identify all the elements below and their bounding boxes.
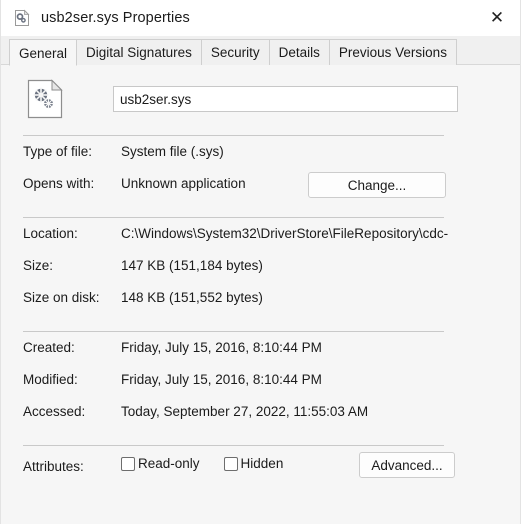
system-file-gears-icon — [27, 79, 63, 119]
attributes-label: Attributes: — [23, 458, 84, 474]
file-name-row — [23, 65, 458, 119]
opens-with-label: Opens with: — [23, 176, 95, 191]
created-value: Friday, July 15, 2016, 8:10:44 PM — [121, 340, 322, 355]
tab-digital-signatures[interactable]: Digital Signatures — [76, 39, 202, 65]
row-created: Created: Friday, July 15, 2016, 8:10:44 … — [23, 340, 520, 372]
accessed-label: Accessed: — [23, 404, 86, 419]
size-label: Size: — [23, 258, 54, 273]
row-modified: Modified: Friday, July 15, 2016, 8:10:44… — [23, 372, 520, 404]
checkbox-hidden-box[interactable] — [223, 456, 238, 471]
created-label: Created: — [23, 340, 75, 355]
checkbox-hidden[interactable]: Hidden — [223, 456, 284, 471]
file-dates-block: Created: Friday, July 15, 2016, 8:10:44 … — [1, 332, 520, 436]
row-location: Location: C:\Windows\System32\DriverStor… — [23, 226, 520, 258]
location-label: Location: — [23, 226, 78, 241]
modified-label: Modified: — [23, 372, 78, 387]
tab-details[interactable]: Details — [268, 39, 330, 65]
accessed-value: Today, September 27, 2022, 11:55:03 AM — [121, 404, 369, 419]
file-type-block: Type of file: System file (.sys) Opens w… — [1, 136, 520, 208]
system-file-gears-icon — [13, 9, 31, 27]
advanced-button[interactable]: Advanced... — [359, 452, 455, 478]
size-on-disk-label: Size on disk: — [23, 290, 100, 305]
checkbox-hidden-label: Hidden — [240, 456, 284, 471]
location-value: C:\Windows\System32\DriverStore\FileRepo… — [121, 226, 449, 241]
file-attributes-block: Attributes: Read-only Hidden Advanced... — [1, 446, 520, 488]
row-size-on-disk: Size on disk: 148 KB (151,552 bytes) — [23, 290, 520, 322]
window-title: usb2ser.sys Properties — [41, 10, 190, 26]
file-size-block: Location: C:\Windows\System32\DriverStor… — [1, 218, 520, 322]
row-type-of-file: Type of file: System file (.sys) — [23, 144, 520, 176]
row-size: Size: 147 KB (151,184 bytes) — [23, 258, 520, 290]
general-tab-panel: Type of file: System file (.sys) Opens w… — [1, 65, 520, 524]
size-on-disk-value: 148 KB (151,552 bytes) — [121, 290, 263, 305]
row-attributes: Attributes: Read-only Hidden Advanced... — [23, 452, 520, 488]
tab-previous-versions[interactable]: Previous Versions — [328, 39, 457, 65]
title-bar: usb2ser.sys Properties ✕ — [1, 0, 520, 36]
type-of-file-value: System file (.sys) — [121, 144, 224, 159]
tab-security[interactable]: Security — [200, 39, 270, 65]
modified-value: Friday, July 15, 2016, 8:10:44 PM — [121, 372, 322, 387]
checkbox-read-only-label: Read-only — [138, 456, 200, 471]
size-value: 147 KB (151,184 bytes) — [121, 258, 263, 273]
tab-strip: General Digital Signatures Security Deta… — [1, 36, 520, 66]
checkbox-read-only[interactable]: Read-only — [121, 456, 200, 471]
change-button[interactable]: Change... — [308, 172, 446, 198]
tab-general[interactable]: General — [9, 39, 78, 66]
file-properties-dialog: usb2ser.sys Properties ✕ General Digital… — [0, 0, 521, 524]
row-opens-with: Opens with: Unknown application Change..… — [23, 172, 520, 208]
close-icon[interactable]: ✕ — [474, 0, 520, 36]
file-name-input[interactable] — [113, 86, 458, 112]
close-glyph: ✕ — [489, 7, 505, 28]
attributes-controls: Read-only Hidden — [121, 456, 307, 471]
row-accessed: Accessed: Today, September 27, 2022, 11:… — [23, 404, 520, 436]
type-of-file-label: Type of file: — [23, 144, 93, 159]
checkbox-read-only-box[interactable] — [121, 456, 135, 471]
